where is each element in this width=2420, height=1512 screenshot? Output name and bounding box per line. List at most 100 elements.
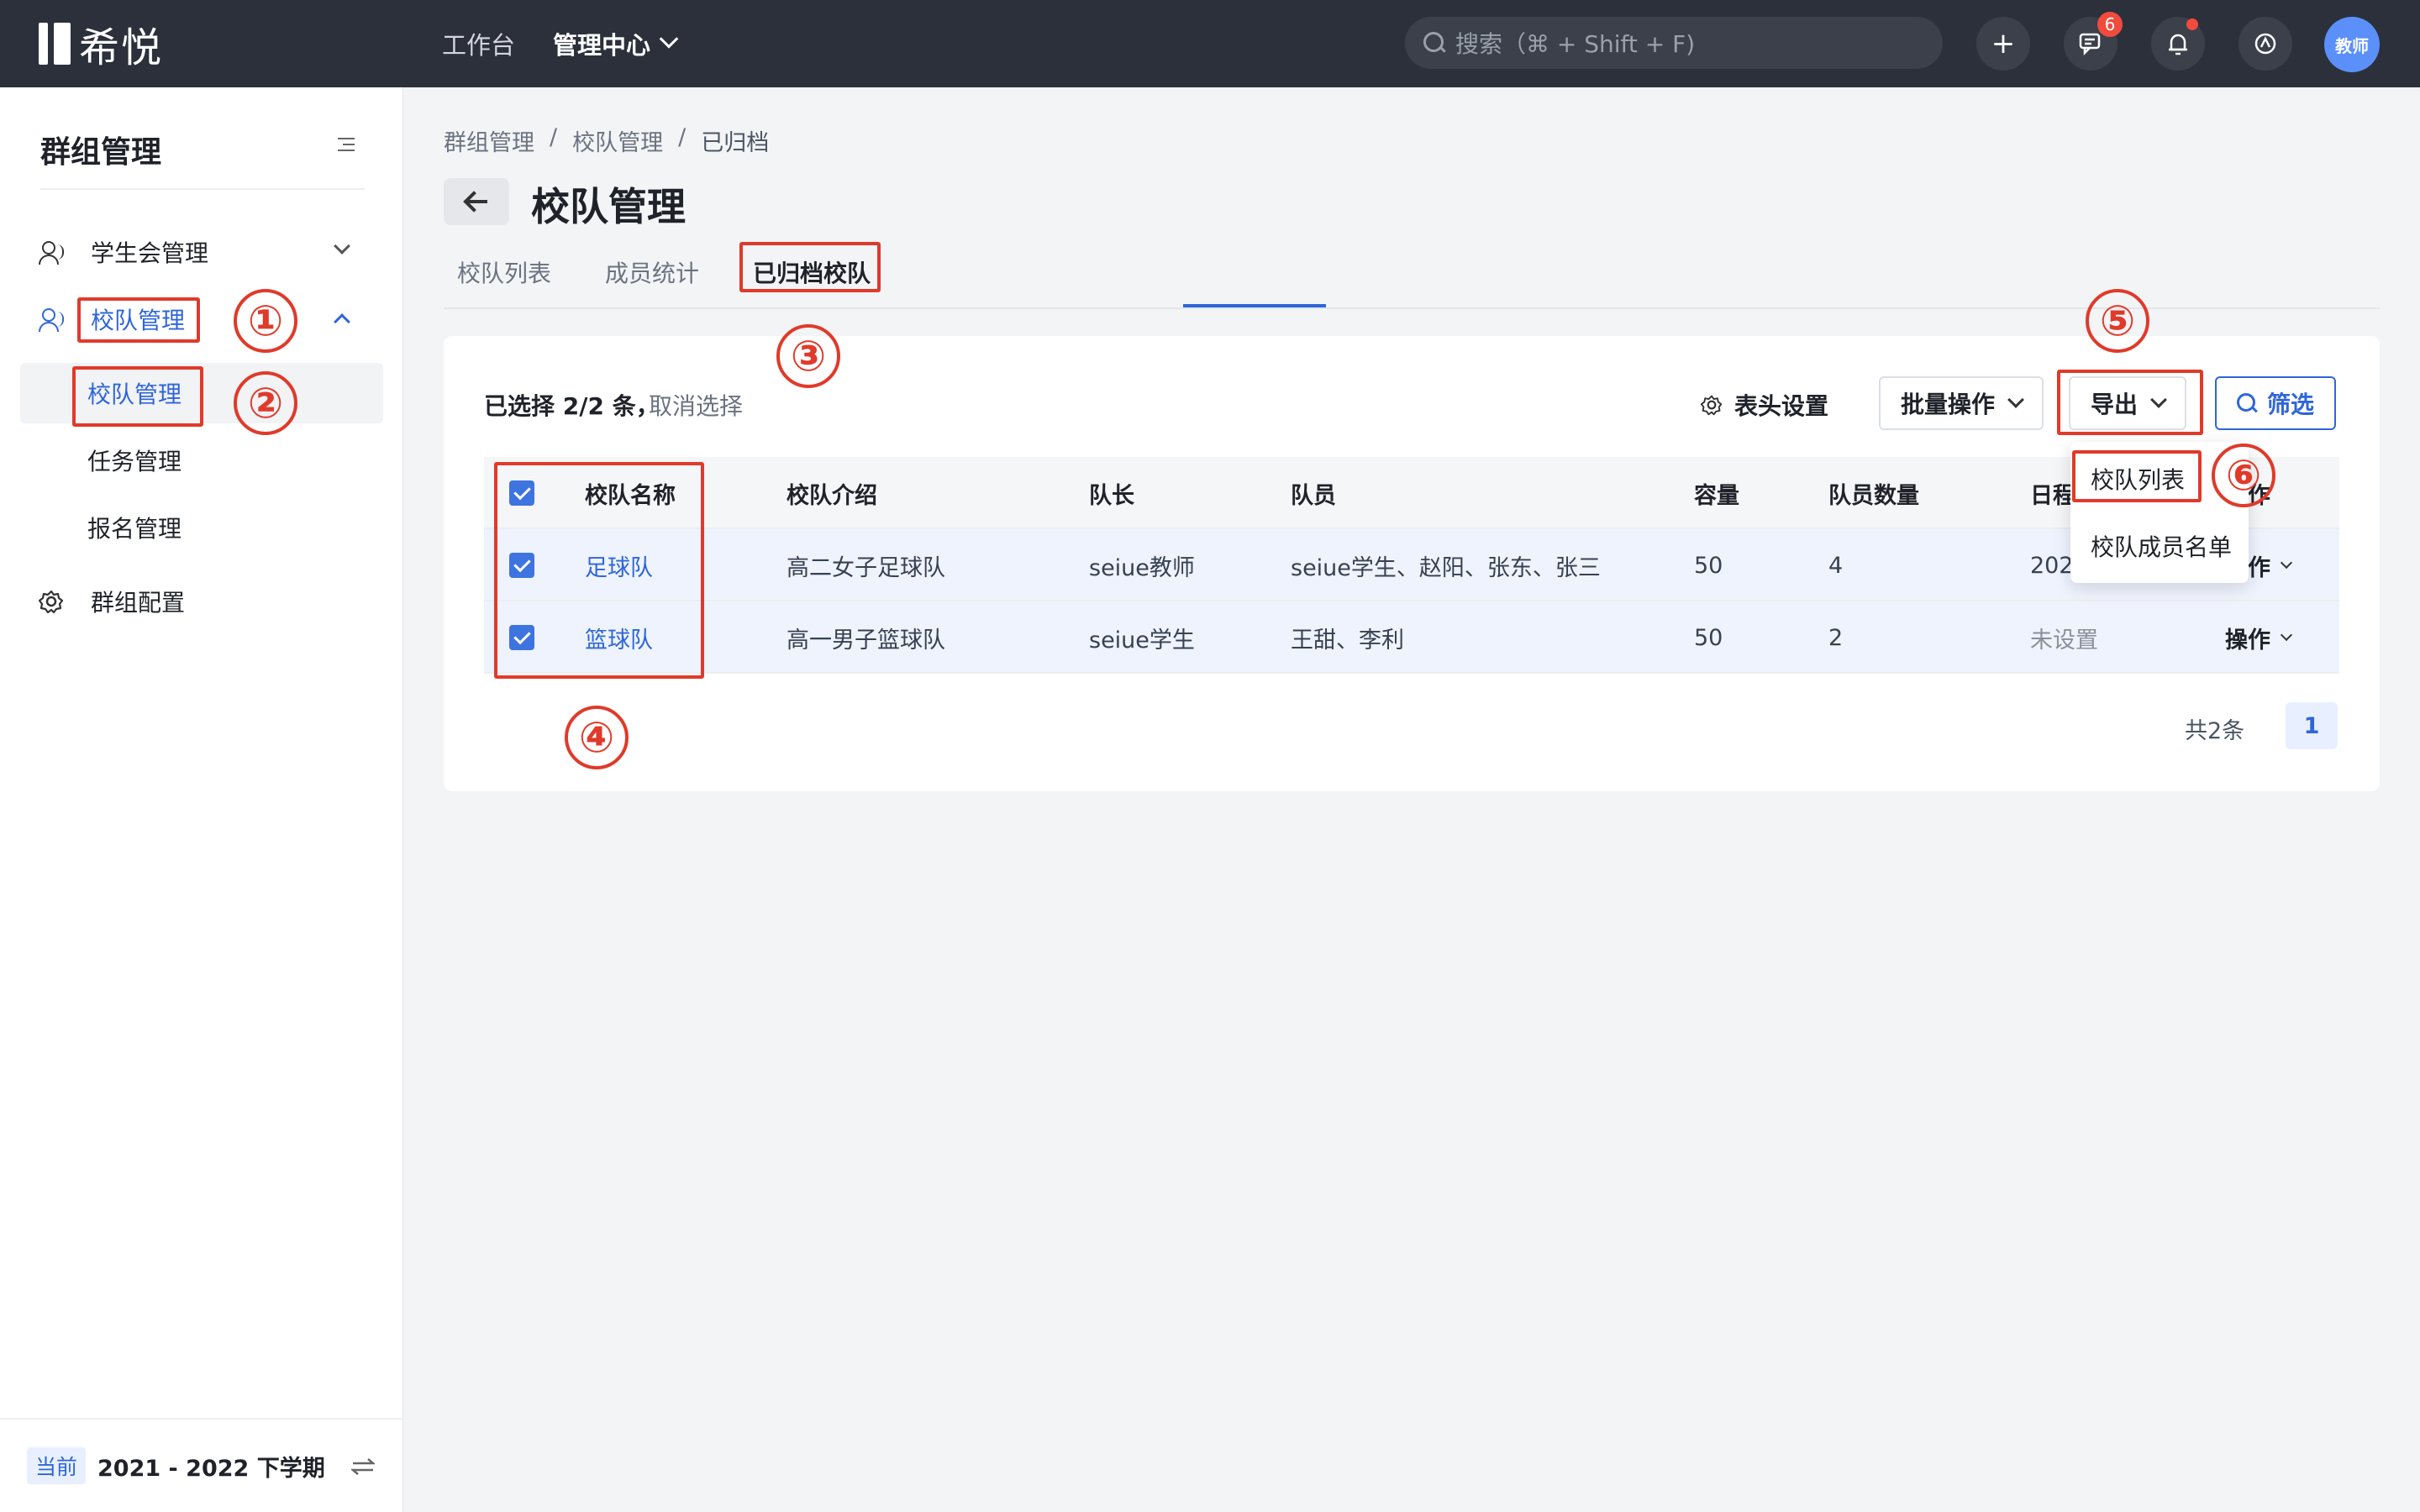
pagination-page-1[interactable]: 1 <box>2286 702 2338 749</box>
back-button[interactable] <box>444 178 509 225</box>
annotation-number-2: ② <box>234 371 297 435</box>
column-header-members[interactable]: 队员 <box>1291 457 1336 529</box>
tab-team-list[interactable]: 校队列表 <box>457 255 551 289</box>
team-member-count: 2 <box>1828 624 1844 651</box>
filter-button[interactable]: 筛选 <box>2215 376 2337 430</box>
annotation-box-2 <box>72 366 203 427</box>
row-action-label: 操作 <box>2225 627 2270 654</box>
sidebar-item-group-config[interactable]: 群组配置 <box>20 571 383 632</box>
annotation-number-3: ③ <box>776 324 840 388</box>
team-members: seiue学生、赵阳、张东、张三 <box>1291 554 1601 581</box>
app-switcher-button[interactable] <box>2238 17 2292 71</box>
breadcrumb-separator: / <box>678 124 687 150</box>
collapse-sidebar-icon[interactable] <box>333 134 355 155</box>
annotation-box-3 <box>739 242 881 292</box>
annotation-number-6: ⑥ <box>2212 444 2275 507</box>
breadcrumb-archived: 已归档 <box>701 130 770 156</box>
annotation-box-1 <box>77 297 200 343</box>
team-member-count: 4 <box>1828 552 1844 579</box>
team-capacity: 50 <box>1694 552 1723 579</box>
annotation-number-5: ⑤ <box>2086 289 2149 353</box>
table-row[interactable]: 足球队 高二女子足球队 seiue教师 seiue学生、赵阳、张东、张三 50 … <box>484 529 2339 601</box>
avatar[interactable]: 教师 <box>2324 17 2380 72</box>
pagination-total: 共2条 <box>2185 718 2245 744</box>
sidebar: 群组管理 学生会管理 校队管理 校队管理 任务管理 报名管理 群组配置 当前 2… <box>0 87 403 1512</box>
sidebar-item-label: 群组配置 <box>91 589 186 617</box>
messages-button[interactable]: 6 <box>2064 12 2123 71</box>
team-members: 王甜、李利 <box>1291 627 1404 654</box>
bell-icon <box>2169 34 2187 55</box>
team-capacity: 50 <box>1694 624 1723 651</box>
team-captain: seiue教师 <box>1089 554 1195 581</box>
team-schedule: 未设置 <box>2030 627 2098 654</box>
notification-dot <box>2186 18 2198 30</box>
table-row[interactable]: 篮球队 高一男子篮球队 seiue学生 王甜、李利 50 2 未设置 操作 <box>484 601 2339 674</box>
users-icon <box>39 239 67 265</box>
compass-icon <box>2254 33 2276 55</box>
batch-ops-button[interactable]: 批量操作 <box>1879 376 2044 430</box>
tab-member-stats[interactable]: 成员统计 <box>605 255 699 289</box>
page-title: 校队管理 <box>531 184 686 229</box>
annotation-box-6 <box>2072 450 2202 502</box>
selection-info: 已选择 2/2 条， <box>484 392 660 420</box>
search-input[interactable]: 搜索（⌘ + Shift + F) <box>1405 17 1943 69</box>
search-placeholder: 搜索（⌘ + Shift + F) <box>1455 30 1696 58</box>
search-icon <box>2237 393 2257 413</box>
users-icon <box>39 307 67 332</box>
nav-workbench[interactable]: 工作台 <box>442 25 515 62</box>
current-term-tag: 当前 <box>27 1447 87 1484</box>
breadcrumb-group[interactable]: 群组管理 <box>444 124 534 157</box>
message-count-badge: 6 <box>2097 12 2123 37</box>
swap-term-icon[interactable] <box>350 1457 376 1477</box>
active-tab-indicator <box>1183 304 1326 307</box>
header-settings-button[interactable]: 表头设置 <box>1701 388 1828 422</box>
team-intro: 高二女子足球队 <box>786 554 945 581</box>
column-header-captain[interactable]: 队长 <box>1089 457 1134 529</box>
export-menu-item-member-roster[interactable]: 校队成员名单 <box>2091 529 2232 563</box>
logo-mark-icon <box>39 23 71 65</box>
sidebar-item-school-team[interactable]: 校队管理 <box>20 289 383 349</box>
notifications-button[interactable] <box>2151 17 2205 71</box>
term-footer: 当前 2021 - 2022 下学期 <box>0 1418 403 1512</box>
nav-management-center[interactable]: 管理中心 <box>553 25 679 62</box>
breadcrumb: 群组管理 / 校队管理 / 已归档 <box>444 124 769 157</box>
app-logo[interactable]: 希悦 <box>39 20 163 71</box>
header-settings-label: 表头设置 <box>1734 392 1829 420</box>
nav-management-center-label: 管理中心 <box>553 31 651 60</box>
filter-label: 筛选 <box>2267 391 2315 418</box>
sidebar-item-student-union[interactable]: 学生会管理 <box>20 222 383 282</box>
gear-icon <box>1701 395 1723 416</box>
sidebar-subitem-task[interactable]: 任务管理 <box>20 430 383 491</box>
column-header-schedule[interactable]: 日程 <box>2030 457 2075 529</box>
cancel-selection-link[interactable]: 取消选择 <box>649 388 743 422</box>
sidebar-subitem-signup[interactable]: 报名管理 <box>20 497 383 558</box>
chevron-down-icon <box>2280 628 2293 642</box>
top-bar: 希悦 工作台 管理中心 搜索（⌘ + Shift + F) + 6 教师 <box>0 0 2420 87</box>
batch-ops-label: 批量操作 <box>1901 391 1996 418</box>
add-button[interactable]: + <box>1976 17 2030 71</box>
sidebar-item-label: 学生会管理 <box>91 239 209 267</box>
sidebar-divider <box>40 188 365 190</box>
chevron-down-icon <box>659 29 679 49</box>
sidebar-title: 群组管理 <box>40 135 162 170</box>
teams-table: 校队名称 校队介绍 队长 队员 容量 队员数量 日程 操作 足球队 高二女子足球… <box>484 457 2339 674</box>
column-header-intro[interactable]: 校队介绍 <box>786 457 877 529</box>
team-intro: 高一男子篮球队 <box>786 627 945 654</box>
chat-icon <box>2079 33 2101 55</box>
tab-bar: 校队列表 成员统计 已归档校队 <box>444 244 2380 309</box>
chevron-down-icon <box>334 238 350 255</box>
chevron-up-icon <box>334 313 350 330</box>
annotation-box-5 <box>2057 370 2203 435</box>
team-captain: seiue学生 <box>1089 627 1195 654</box>
gear-icon <box>38 589 67 614</box>
search-icon <box>1423 32 1445 54</box>
column-header-member-count[interactable]: 队员数量 <box>1828 457 1919 529</box>
plus-icon: + <box>1991 27 2016 60</box>
column-header-capacity[interactable]: 容量 <box>1694 457 1739 529</box>
breadcrumb-team[interactable]: 校队管理 <box>572 124 663 157</box>
table-header-row: 校队名称 校队介绍 队长 队员 容量 队员数量 日程 操作 <box>484 457 2339 529</box>
current-term: 2021 - 2022 下学期 <box>97 1455 325 1482</box>
breadcrumb-separator: / <box>550 124 558 150</box>
row-action-menu[interactable]: 操作 <box>2225 601 2293 674</box>
chevron-down-icon <box>2007 391 2024 408</box>
